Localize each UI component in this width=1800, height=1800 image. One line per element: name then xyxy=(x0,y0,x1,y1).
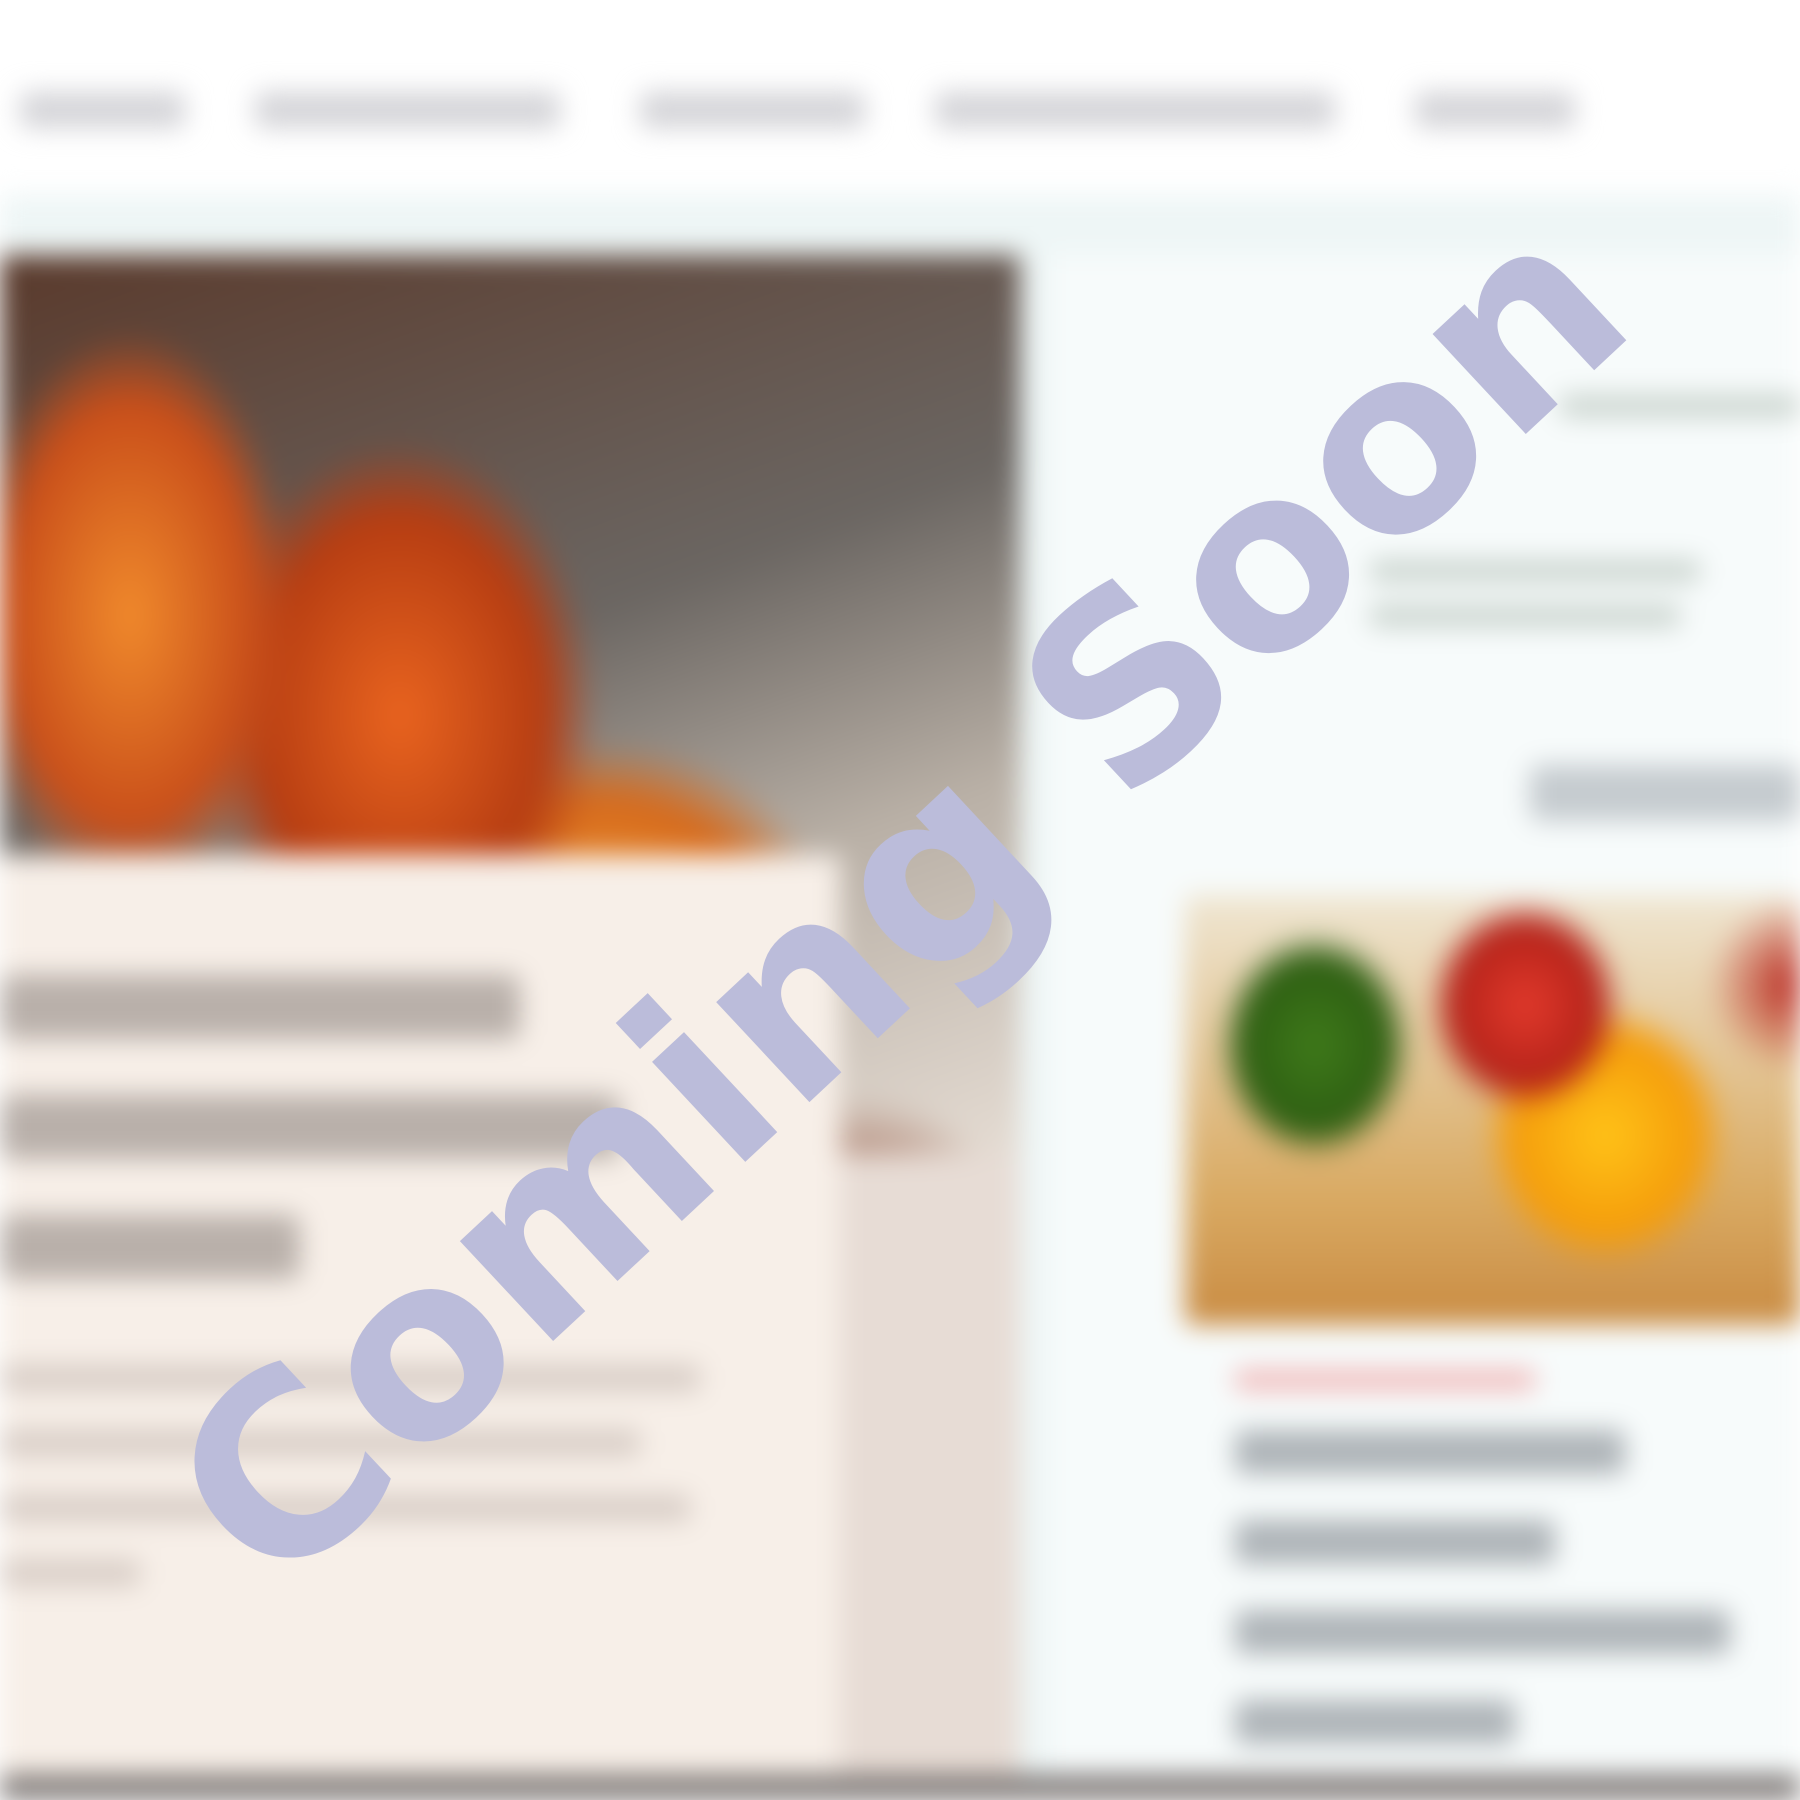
article-card-title-line xyxy=(1235,1430,1625,1474)
nav-item-4 xyxy=(935,92,1335,128)
nav-item-5 xyxy=(1415,92,1575,128)
nav-item-2 xyxy=(255,92,560,128)
article-card-title-line xyxy=(1235,1520,1555,1564)
hero-title-line xyxy=(0,975,520,1039)
article-card-title-line xyxy=(1235,1700,1515,1744)
sidebar-section-heading xyxy=(1530,765,1800,821)
article-card-title-line xyxy=(1235,1610,1730,1654)
article-card-category xyxy=(1235,1370,1535,1390)
nav-item-1 xyxy=(20,92,185,128)
nav-item-3 xyxy=(640,92,865,128)
bottom-bar xyxy=(0,1775,1800,1800)
hero-excerpt-line xyxy=(0,1560,140,1586)
top-navigation xyxy=(0,70,1800,150)
hero-title-line xyxy=(0,1215,300,1279)
coming-soon-page: Coming Soon xyxy=(0,0,1800,1800)
article-card-image xyxy=(1185,895,1800,1325)
